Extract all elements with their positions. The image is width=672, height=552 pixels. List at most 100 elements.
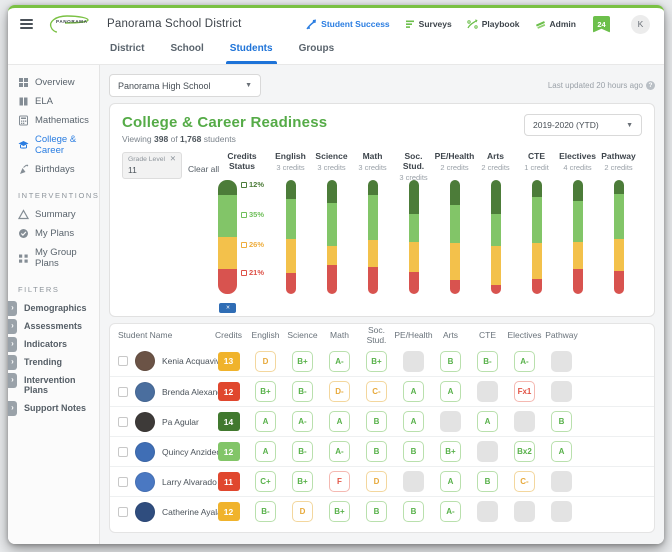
notifications-badge[interactable]: 24	[593, 16, 610, 33]
grade-cell	[506, 411, 543, 432]
bar-segment	[218, 269, 237, 294]
grade-cell: B	[358, 501, 395, 522]
tab-school[interactable]: School	[170, 40, 203, 64]
column-header-label: Math	[330, 330, 349, 340]
grade-cell: A	[321, 411, 358, 432]
bar-segment	[491, 180, 501, 214]
nav-student-success[interactable]: Student Success	[306, 19, 390, 30]
legend-checkbox-35[interactable]: 35%	[241, 210, 264, 219]
filter-panel-trending[interactable]: Trending	[8, 353, 99, 371]
student-name[interactable]: Larry Alvarado	[162, 477, 217, 487]
grade-cell: A-	[321, 441, 358, 462]
tab-groups[interactable]: Groups	[299, 40, 335, 64]
sidebar-item-birthdays[interactable]: Birthdays	[8, 160, 99, 179]
user-avatar[interactable]: K	[631, 15, 650, 34]
clear-all-link[interactable]: Clear all	[188, 164, 219, 174]
row-checkbox[interactable]	[118, 417, 128, 427]
stacked-bar	[286, 180, 296, 294]
legend-checkbox-12[interactable]: 12%	[241, 180, 264, 189]
sidebar-item-my-plans[interactable]: My Plans	[8, 224, 99, 243]
sidebar-item-ela[interactable]: ELA	[8, 92, 99, 111]
table-header-arts: Arts	[432, 330, 469, 340]
row-checkbox[interactable]	[118, 507, 128, 517]
bar-segment	[218, 195, 237, 237]
tab-district[interactable]: District	[110, 40, 144, 64]
grade-chip: C-	[366, 381, 387, 402]
legend-checkbox-21[interactable]: 21%	[241, 268, 264, 277]
bar-segment	[368, 195, 378, 241]
grade-chip: B+	[329, 501, 350, 522]
grade-chip: D-	[329, 381, 350, 402]
bar-area	[393, 180, 434, 300]
grade-cell: C+	[247, 471, 284, 492]
grade-cell: C-	[506, 471, 543, 492]
filter-panel-intervention-plans[interactable]: Intervention Plans	[8, 371, 99, 399]
nav-surveys[interactable]: Surveys	[405, 19, 452, 29]
sidebar-item-mathematics[interactable]: Mathematics	[8, 111, 99, 130]
bar-segment	[286, 239, 296, 273]
column-header-label: English	[252, 330, 280, 340]
tab-students[interactable]: Students	[230, 40, 273, 64]
grade-chip: Bx2	[514, 441, 535, 462]
play-diagram-icon	[467, 19, 478, 29]
column-header: Credits Status	[227, 152, 256, 176]
grade-chip: D	[366, 471, 387, 492]
sidebar-item-college-career[interactable]: College & Career	[8, 130, 99, 160]
grade-cell: B+	[321, 501, 358, 522]
bar-area	[557, 180, 598, 300]
bar-segment	[573, 269, 583, 294]
info-icon[interactable]: ?	[646, 81, 655, 90]
table-header-row: Student NameCreditsEnglishScienceMathSoc…	[110, 324, 654, 346]
grade-chip: A	[403, 411, 424, 432]
empty-grade-chip	[551, 471, 572, 492]
grade-chip: A-	[292, 411, 313, 432]
bar-segment	[614, 239, 624, 271]
filter-panel-support-notes[interactable]: Support Notes	[8, 399, 99, 417]
chevron-down-icon: ▼	[626, 122, 633, 129]
chart-column-science: Science3 credits	[311, 152, 352, 300]
column-header: Math3 credits	[358, 152, 386, 176]
table-row: Catherine Ayala12B-DB+BBA-	[110, 496, 654, 526]
grade-cell: A	[469, 411, 506, 432]
empty-grade-chip	[514, 501, 535, 522]
sidebar-item-overview[interactable]: Overview	[8, 73, 99, 92]
filter-panel-indicators[interactable]: Indicators	[8, 335, 99, 353]
empty-grade-chip	[514, 411, 535, 432]
student-name[interactable]: Pa Agular	[162, 417, 199, 427]
chart-column-english: English3 credits	[270, 152, 311, 300]
nav-playbook[interactable]: Playbook	[467, 19, 520, 29]
hamburger-menu-icon[interactable]	[20, 19, 33, 29]
legend-checkbox-26[interactable]: 26%	[241, 240, 264, 249]
app-title: Panorama School District	[107, 18, 242, 30]
table-row: Kenia Acquaviva13DB+A-B+BB-A-	[110, 346, 654, 376]
row-checkbox[interactable]	[118, 387, 128, 397]
column-header-label: Science	[287, 330, 317, 340]
grade-cell: Fx1	[506, 381, 543, 402]
app-header: PANORAMA Panorama School District Studen…	[8, 8, 664, 40]
chart-column-arts: Arts2 credits	[475, 152, 516, 300]
nav-admin[interactable]: Admin	[535, 19, 576, 29]
sidebar-item-summary[interactable]: Summary	[8, 205, 99, 224]
bar-segment	[573, 201, 583, 242]
grade-chip: A-	[329, 441, 350, 462]
row-checkbox[interactable]	[118, 477, 128, 487]
school-year-selector[interactable]: 2019-2020 (YTD) ▼	[524, 114, 642, 136]
school-selector[interactable]: Panorama High School ▼	[109, 74, 261, 97]
column-header: CTE1 credit	[524, 152, 549, 176]
remove-filter-icon[interactable]: ✕	[170, 156, 176, 163]
filter-panel-demographics[interactable]: Demographics	[8, 299, 99, 317]
bar-segment	[286, 273, 296, 294]
column-header-label: Credits	[215, 330, 242, 340]
student-cell: Quincy Anzideo	[110, 442, 210, 462]
filter-panel-assessments[interactable]: Assessments	[8, 317, 99, 335]
sidebar-item-my-group-plans[interactable]: My Group Plans	[8, 243, 99, 273]
column-header-label: Pathway	[545, 330, 578, 340]
chart-column-pathway: Pathway2 credits	[598, 152, 639, 300]
row-checkbox[interactable]	[118, 447, 128, 457]
grade-chip: B	[551, 411, 572, 432]
bar-area	[475, 180, 516, 300]
collapse-bar-button[interactable]: ›‹	[219, 303, 236, 313]
grid-icon	[18, 77, 29, 88]
row-checkbox[interactable]	[118, 356, 128, 366]
bar-segment	[491, 246, 501, 285]
